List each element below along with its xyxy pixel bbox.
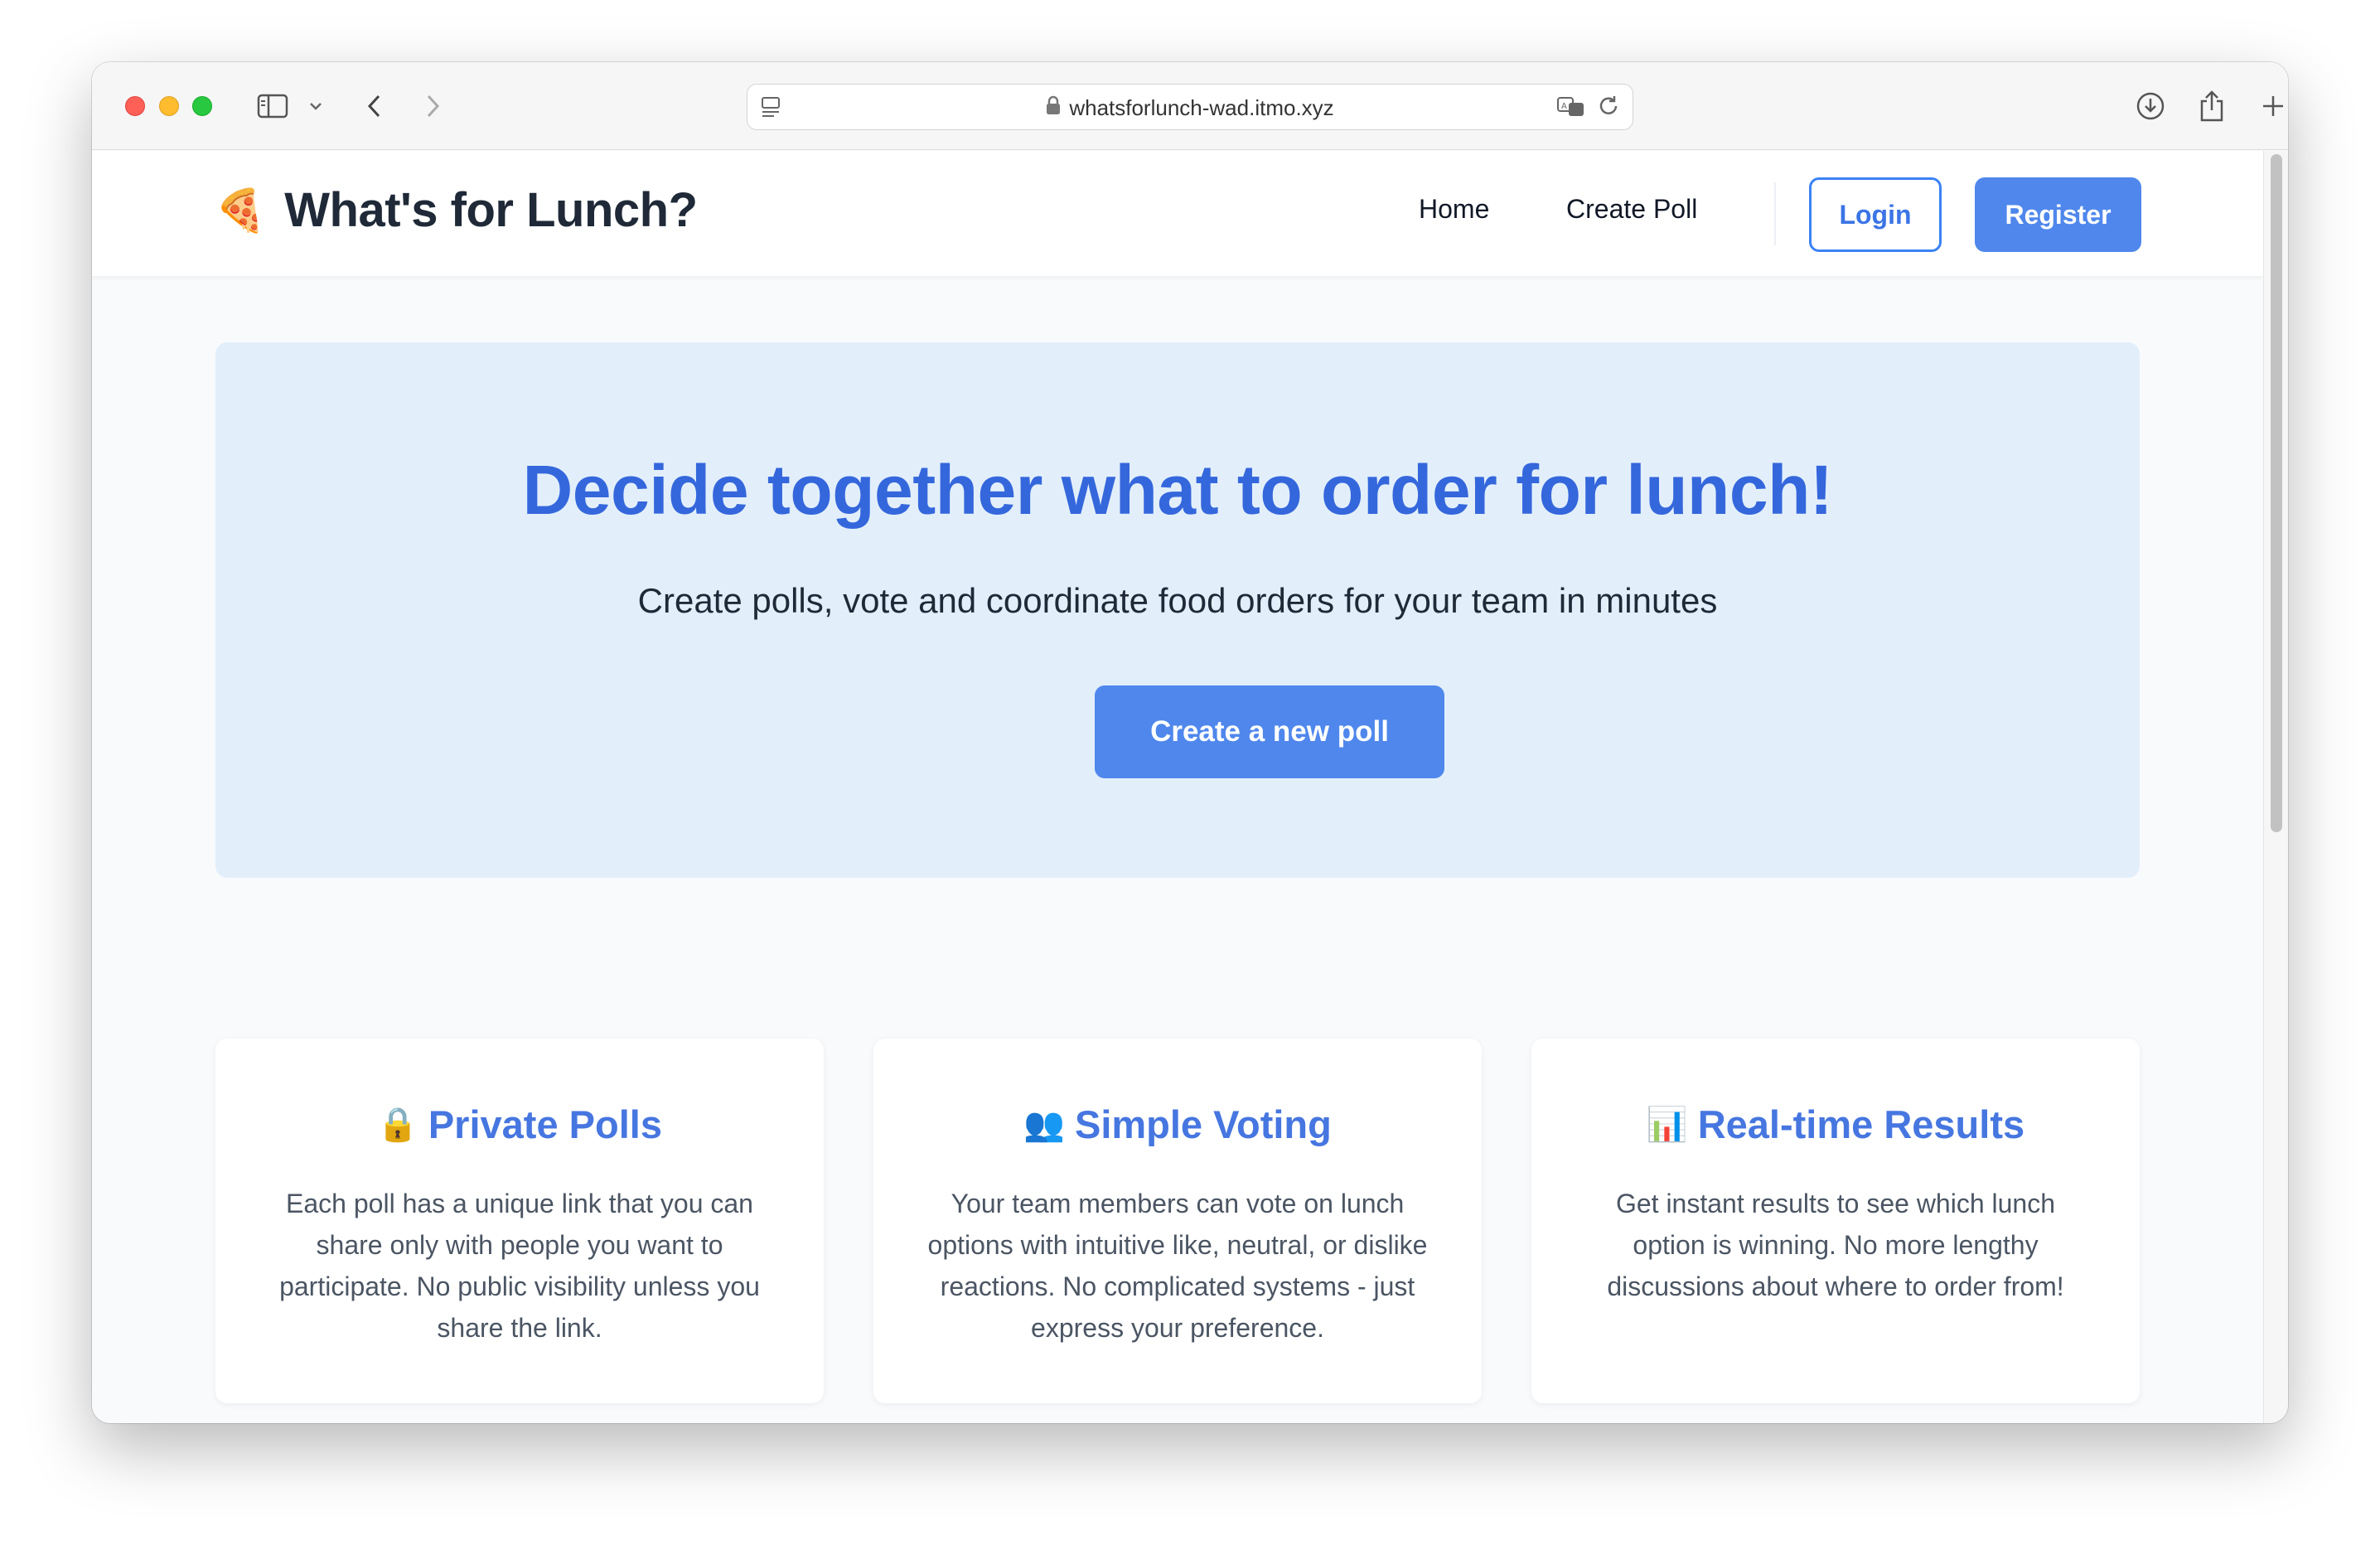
register-button[interactable]: Register xyxy=(1975,177,2141,252)
bar-chart-icon: 📊 xyxy=(1646,1107,1688,1143)
browser-window: whatsforlunch-wad.itmo.xyz A 🍕 What's fo… xyxy=(92,62,2288,1423)
site-brand[interactable]: 🍕 What's for Lunch? xyxy=(215,182,698,238)
zoom-window-button[interactable] xyxy=(192,96,212,116)
feature-description: Get instant results to see which lunch o… xyxy=(1607,1189,2064,1301)
hero-subtitle: Create polls, vote and coordinate food o… xyxy=(637,581,1718,620)
svg-text:A: A xyxy=(1561,102,1567,111)
feature-title: Private Polls xyxy=(428,1102,662,1146)
lock-icon xyxy=(1046,95,1061,121)
download-icon[interactable] xyxy=(2132,87,2169,125)
nav-link-home[interactable]: Home xyxy=(1419,194,1489,225)
pizza-icon: 🍕 xyxy=(215,186,267,234)
back-icon[interactable] xyxy=(359,87,389,125)
hero-section: Decide together what to order for lunch!… xyxy=(215,342,2140,878)
feature-card-private-polls: 🔒 Private Polls Each poll has a unique l… xyxy=(215,1039,824,1403)
sidebar-toggle-icon[interactable] xyxy=(254,87,291,125)
feature-card-simple-voting: 👥 Simple Voting Your team members can vo… xyxy=(873,1039,1482,1403)
site-navbar: 🍕 What's for Lunch? Home Create Poll Log… xyxy=(92,151,2263,276)
page-scrollbar[interactable] xyxy=(2263,151,2288,1423)
new-tab-icon[interactable] xyxy=(2255,87,2288,125)
translate-icon[interactable]: A xyxy=(1556,94,1586,124)
site-title: What's for Lunch? xyxy=(284,183,698,237)
nav-divider xyxy=(1774,182,1776,245)
feature-description: Your team members can vote on lunch opti… xyxy=(927,1189,1428,1343)
page-viewport: 🍕 What's for Lunch? Home Create Poll Log… xyxy=(92,151,2263,1423)
feature-description: Each poll has a unique link that you can… xyxy=(279,1189,760,1343)
forward-icon[interactable] xyxy=(418,87,448,125)
chevron-down-icon[interactable] xyxy=(306,87,326,125)
create-poll-button[interactable]: Create a new poll xyxy=(1095,685,1444,778)
feature-title: Real-time Results xyxy=(1697,1102,2025,1146)
share-icon[interactable] xyxy=(2194,87,2230,125)
users-icon: 👥 xyxy=(1023,1107,1065,1143)
browser-toolbar: whatsforlunch-wad.itmo.xyz A xyxy=(92,62,2288,150)
feature-card-real-time-results: 📊 Real-time Results Get instant results … xyxy=(1531,1039,2140,1403)
close-window-button[interactable] xyxy=(125,96,145,116)
hero-title: Decide together what to order for lunch! xyxy=(522,451,1833,529)
address-bar[interactable]: whatsforlunch-wad.itmo.xyz A xyxy=(747,84,1633,130)
nav-link-create-poll[interactable]: Create Poll xyxy=(1566,194,1697,225)
scrollbar-thumb[interactable] xyxy=(2271,154,2282,832)
login-button[interactable]: Login xyxy=(1809,177,1942,252)
minimize-window-button[interactable] xyxy=(159,96,179,116)
reload-icon[interactable] xyxy=(1598,94,1621,124)
feature-title: Simple Voting xyxy=(1074,1102,1332,1146)
lock-icon: 🔒 xyxy=(377,1107,418,1143)
url-text: whatsforlunch-wad.itmo.xyz xyxy=(1069,94,1334,120)
